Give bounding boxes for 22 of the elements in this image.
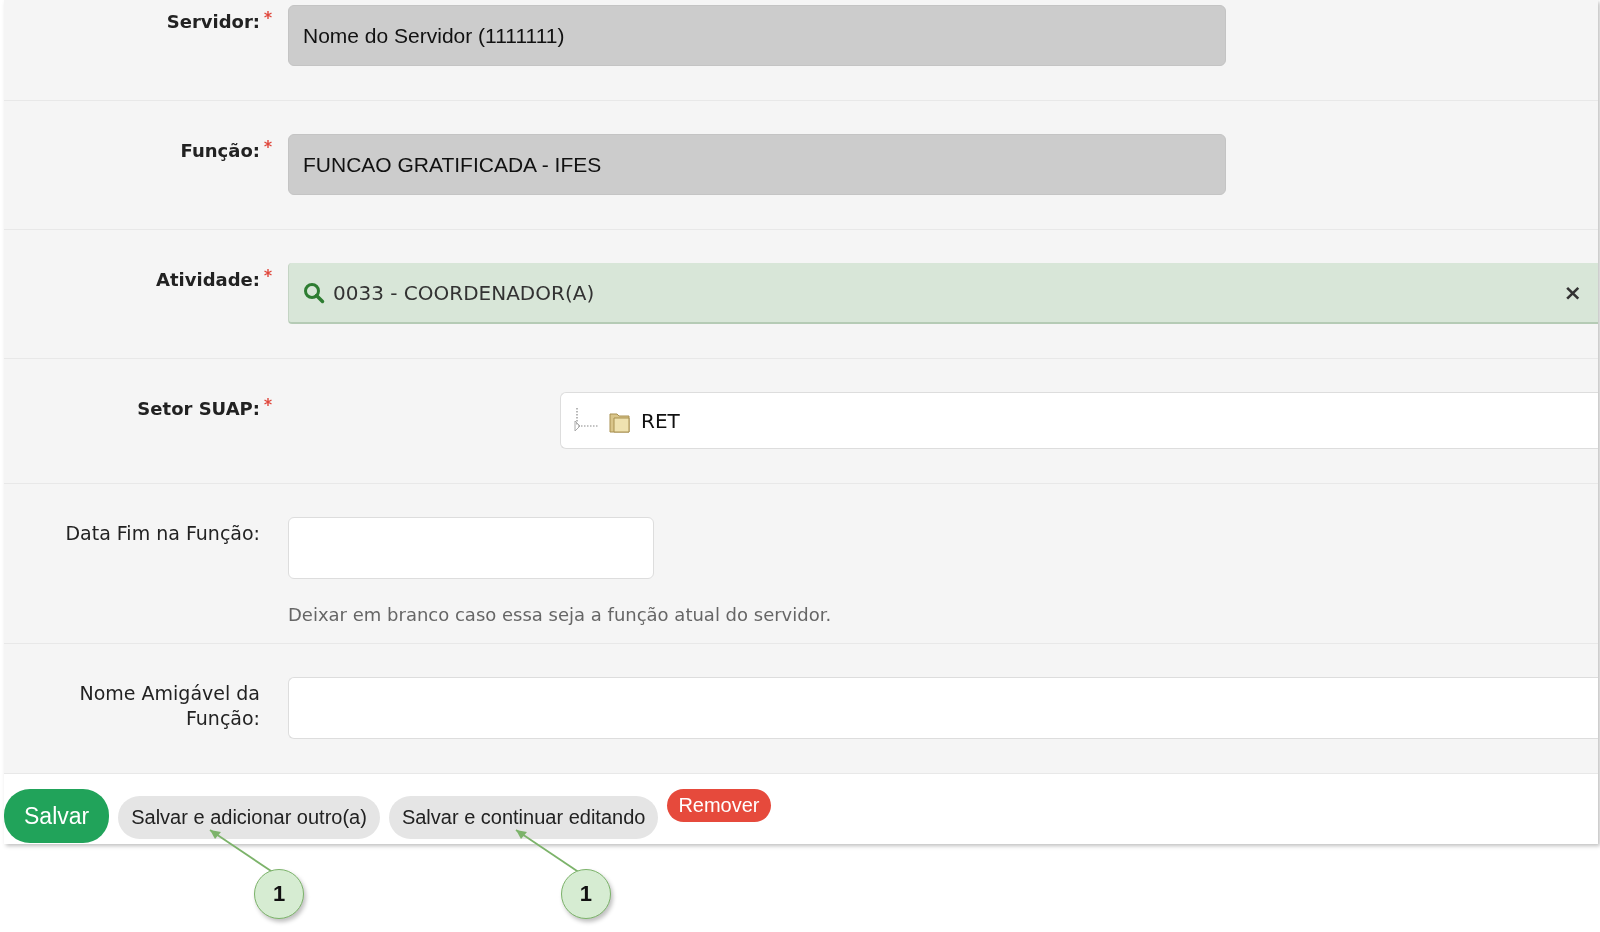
callout-number: 1 [560,869,611,919]
readonly-field: Nome do Servidor (1111111) [288,5,1226,66]
date-field[interactable] [288,517,654,579]
form-button[interactable]: Salvar e adicionar outro(a) [118,796,380,839]
search-icon [303,281,325,304]
selected-value: 0033 - COORDENADOR(A) [333,280,596,305]
tree-node-label: RET [641,408,680,433]
readonly-field: FUNCAO GRATIFICADA - IFES [288,134,1226,195]
tree-field[interactable]: RET [560,392,1598,449]
callout-number: 1 [254,869,305,919]
form-button[interactable]: Salvar e continuar editando [388,796,659,839]
field-label: Servidor: [165,10,260,34]
field-label: Setor SUAP: [136,397,260,421]
help-text: Deixar em branco caso essa seja a função atual do servidor. [288,603,833,627]
autocomplete-field[interactable]: 0033 - COORDENADOR(A) × [288,263,1598,324]
text-field[interactable] [288,677,1598,739]
form-button[interactable]: Remover [667,789,771,822]
field-label: Data Fim na Função: [64,521,260,546]
field-label: Função: [179,139,260,163]
close-icon[interactable]: × [1563,280,1582,305]
field-label: Nome Amigável da Função: [78,681,260,731]
field-label: Atividade: [155,268,260,292]
